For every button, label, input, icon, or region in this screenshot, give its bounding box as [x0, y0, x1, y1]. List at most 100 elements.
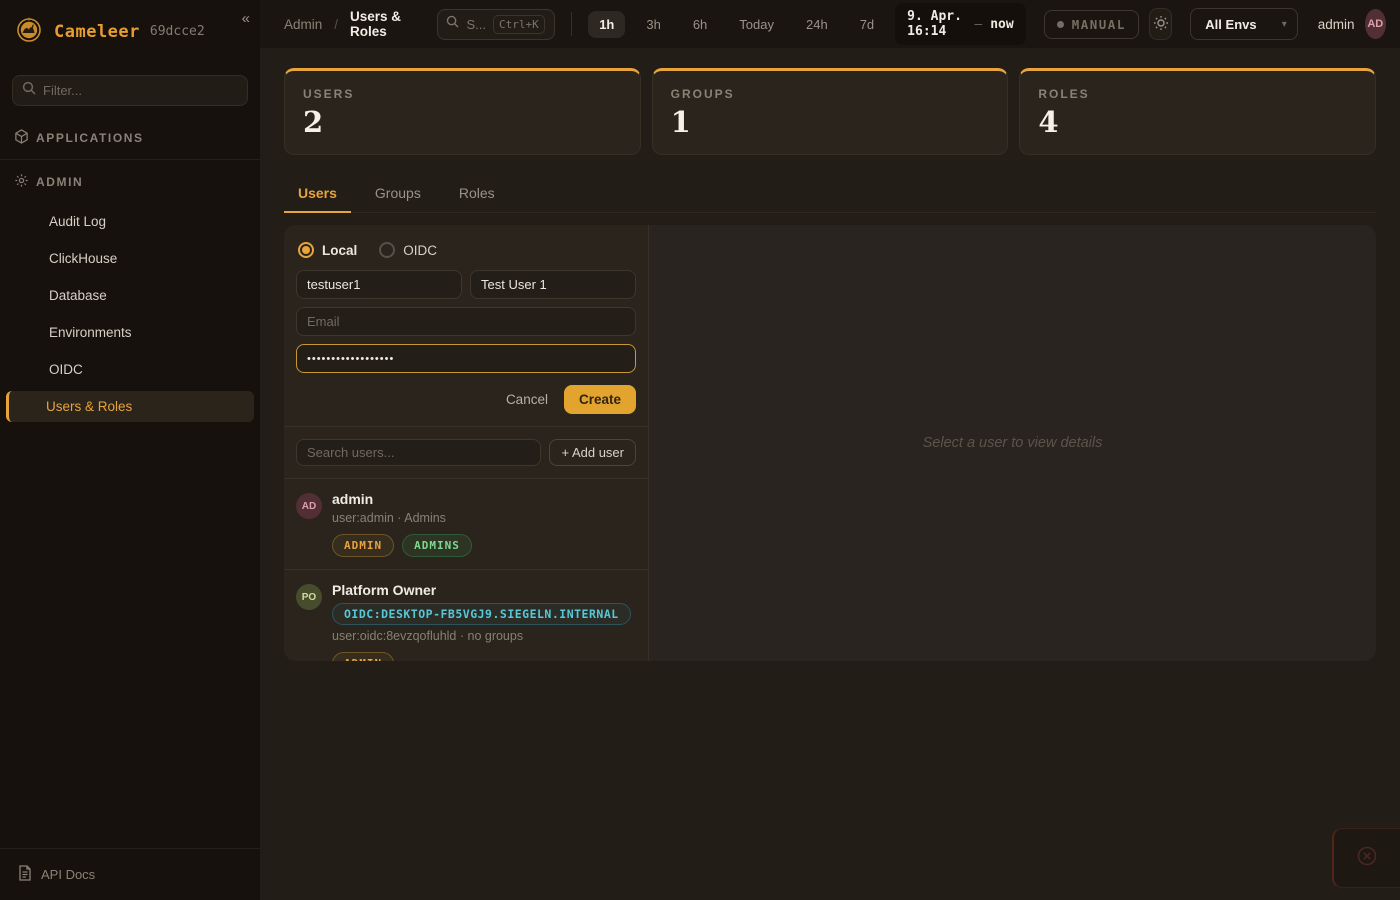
tab-users[interactable]: Users — [284, 177, 351, 213]
environment-select[interactable]: All Envs ▾ — [1190, 8, 1297, 40]
search-shortcut-badge: Ctrl+K — [493, 15, 545, 34]
sidebar-item-audit-log[interactable]: Audit Log — [6, 206, 254, 237]
sidebar-section-label: ADMIN — [36, 175, 83, 189]
brand-version: 69dcce2 — [150, 24, 205, 39]
radio-selected-icon[interactable] — [298, 242, 314, 258]
stat-label: USERS — [303, 87, 622, 101]
time-range-7d[interactable]: 7d — [849, 11, 885, 38]
brand-name: Cameleer — [54, 22, 140, 42]
sun-icon — [1153, 15, 1169, 34]
breadcrumb-separator: / — [332, 17, 340, 32]
password-row — [296, 344, 636, 373]
sidebar-item-users-roles[interactable]: Users & Roles — [6, 391, 254, 422]
user-list-column: Local OIDC Cance — [284, 225, 649, 661]
time-range-today[interactable]: Today — [728, 11, 785, 38]
stats-row: USERS 2 GROUPS 1 ROLES 4 — [284, 68, 1376, 155]
stat-value: 1 — [671, 105, 990, 139]
sidebar-item-clickhouse[interactable]: ClickHouse — [6, 243, 254, 274]
auth-option-local[interactable]: Local — [298, 242, 357, 258]
camel-logo-icon — [14, 14, 44, 49]
empty-state-message: Select a user to view details — [923, 435, 1103, 451]
sidebar-item-database[interactable]: Database — [6, 280, 254, 311]
auth-option-label: OIDC — [403, 243, 437, 258]
sidebar-filter[interactable] — [12, 75, 248, 106]
sidebar-filter-input[interactable] — [43, 83, 238, 98]
stat-label: ROLES — [1038, 87, 1357, 101]
global-search-placeholder: S... — [466, 17, 486, 32]
role-badge-admin: ADMIN — [332, 652, 394, 661]
stat-label: GROUPS — [671, 87, 990, 101]
sidebar-item-oidc[interactable]: OIDC — [6, 354, 254, 385]
theme-toggle-button[interactable] — [1149, 8, 1172, 40]
create-user-form: Local OIDC Cance — [284, 225, 648, 427]
email-row — [296, 307, 636, 336]
time-display[interactable]: 9. Apr. 16:14 – now — [895, 3, 1026, 45]
cancel-button[interactable]: Cancel — [506, 392, 548, 407]
add-user-button[interactable]: + Add user — [549, 439, 636, 466]
time-end: now — [990, 17, 1013, 32]
sidebar-header: Cameleer 69dcce2 « — [0, 0, 260, 61]
email-field[interactable] — [296, 307, 636, 336]
tab-groups[interactable]: Groups — [361, 177, 435, 213]
sidebar-footer[interactable]: API Docs — [0, 848, 260, 900]
stat-card-groups: GROUPS 1 — [652, 68, 1009, 155]
user-badges: ADMIN ADMINS — [332, 534, 472, 557]
package-icon — [14, 129, 29, 147]
user-row-platform-owner[interactable]: PO Platform Owner OIDC:DESKTOP-FB5VGJ9.S… — [284, 570, 648, 661]
search-users-input[interactable] — [296, 439, 541, 466]
user-meta: user:admin · Admins — [332, 511, 472, 525]
user-list-toolbar: + Add user — [284, 427, 648, 479]
refresh-mode-button[interactable]: MANUAL — [1044, 10, 1139, 39]
search-icon — [22, 81, 36, 100]
api-docs-link[interactable]: API Docs — [41, 867, 95, 882]
main-content: USERS 2 GROUPS 1 ROLES 4 Users Groups Ro… — [260, 48, 1400, 900]
gear-icon — [14, 173, 29, 191]
sidebar-section-applications[interactable]: APPLICATIONS — [0, 116, 260, 159]
document-icon — [18, 865, 32, 884]
stat-card-users: USERS 2 — [284, 68, 641, 155]
tabs-row: Users Groups Roles — [284, 177, 1376, 213]
username-field[interactable] — [296, 270, 462, 299]
user-row-admin[interactable]: AD admin user:admin · Admins ADMIN ADMIN… — [284, 479, 648, 570]
time-range-6h[interactable]: 6h — [682, 11, 718, 38]
tab-roles[interactable]: Roles — [445, 177, 509, 213]
sidebar-section-admin[interactable]: ADMIN — [0, 160, 260, 203]
user-meta: user:oidc:8evzqofluhld · no groups — [332, 629, 631, 643]
create-button[interactable]: Create — [564, 385, 636, 414]
stat-card-roles: ROLES 4 — [1019, 68, 1376, 155]
sidebar-section-label: APPLICATIONS — [36, 131, 144, 145]
user-detail-panel: Select a user to view details — [649, 225, 1376, 661]
form-actions: Cancel Create — [296, 385, 636, 414]
environment-selected-value: All Envs — [1205, 17, 1256, 32]
user-avatar: PO — [296, 584, 322, 610]
dismissed-toast[interactable] — [1332, 828, 1400, 888]
topbar-divider — [571, 12, 572, 36]
time-start: 9. Apr. 16:14 — [907, 9, 966, 39]
auth-option-oidc[interactable]: OIDC — [379, 242, 437, 258]
close-circle-icon[interactable] — [1356, 845, 1378, 872]
sidebar-item-environments[interactable]: Environments — [6, 317, 254, 348]
display-name-field[interactable] — [470, 270, 636, 299]
chevron-down-icon: ▾ — [1282, 19, 1287, 30]
name-fields-row — [296, 270, 636, 299]
role-badge-admin: ADMIN — [332, 534, 394, 557]
user-name: admin — [332, 491, 472, 507]
global-search[interactable]: S... Ctrl+K — [437, 9, 555, 40]
current-user-name: admin — [1318, 17, 1355, 32]
refresh-mode-label: MANUAL — [1072, 17, 1126, 32]
stat-value: 2 — [303, 105, 622, 139]
users-panel: Local OIDC Cance — [284, 225, 1376, 661]
password-field[interactable] — [296, 344, 636, 373]
breadcrumb-section[interactable]: Admin — [284, 17, 322, 32]
time-range-3h[interactable]: 3h — [635, 11, 671, 38]
search-icon — [446, 15, 459, 33]
time-range-24h[interactable]: 24h — [795, 11, 839, 38]
time-separator: – — [974, 17, 982, 32]
sidebar-collapse-button[interactable]: « — [242, 10, 250, 27]
topbar: Admin / Users & Roles S... Ctrl+K 1h 3h … — [260, 0, 1400, 48]
radio-unselected-icon[interactable] — [379, 242, 395, 258]
time-range-1h[interactable]: 1h — [588, 11, 625, 38]
user-avatar: AD — [296, 493, 322, 519]
user-avatar[interactable]: AD — [1365, 9, 1386, 39]
sidebar: Cameleer 69dcce2 « APPLICATIONS ADMIN Au… — [0, 0, 260, 900]
